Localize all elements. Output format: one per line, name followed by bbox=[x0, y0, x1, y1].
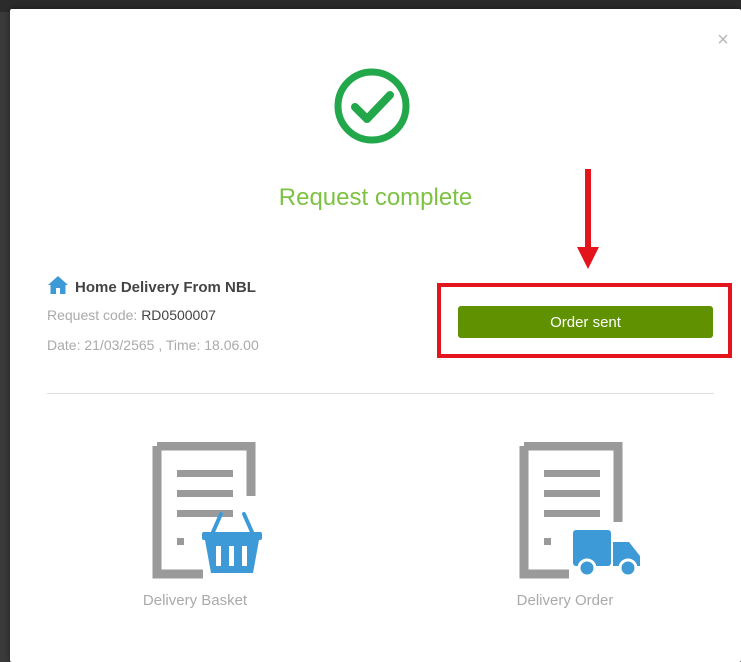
time-label: , Time: bbox=[158, 337, 201, 353]
request-code-row: Request code: RD0500007 bbox=[47, 307, 367, 323]
home-icon bbox=[47, 275, 69, 300]
request-code-value: RD0500007 bbox=[141, 307, 216, 323]
basket-icon bbox=[202, 512, 262, 573]
close-icon[interactable]: × bbox=[714, 30, 732, 50]
date-value: 21/03/2565 bbox=[84, 337, 155, 353]
divider bbox=[47, 393, 714, 394]
date-label: Date: bbox=[47, 337, 81, 353]
order-document-icon bbox=[519, 441, 640, 579]
request-complete-modal: × Request complete Home Delivery From NB… bbox=[10, 9, 741, 662]
request-info: Home Delivery From NBL Request code: RD0… bbox=[47, 275, 367, 353]
delivery-basket-card[interactable]: Delivery Basket bbox=[95, 441, 295, 609]
delivery-basket-label: Delivery Basket bbox=[142, 592, 248, 609]
red-arrow-annotation bbox=[577, 169, 599, 271]
home-delivery-label: Home Delivery From NBL bbox=[75, 278, 256, 296]
delivery-order-card[interactable]: Delivery Order bbox=[465, 441, 665, 609]
order-sent-button[interactable]: Order sent bbox=[458, 306, 713, 338]
success-check-icon bbox=[333, 67, 411, 145]
home-delivery-row: Home Delivery From NBL bbox=[47, 275, 367, 299]
truck-icon bbox=[573, 530, 640, 578]
delivery-order-label: Delivery Order bbox=[516, 592, 614, 609]
basket-document-icon bbox=[152, 441, 262, 579]
request-code-label: Request code: bbox=[47, 307, 138, 323]
date-time-row: Date: 21/03/2565 , Time: 18.06.00 bbox=[47, 337, 367, 353]
time-value: 18.06.00 bbox=[204, 337, 259, 353]
request-complete-title: Request complete bbox=[278, 184, 473, 211]
